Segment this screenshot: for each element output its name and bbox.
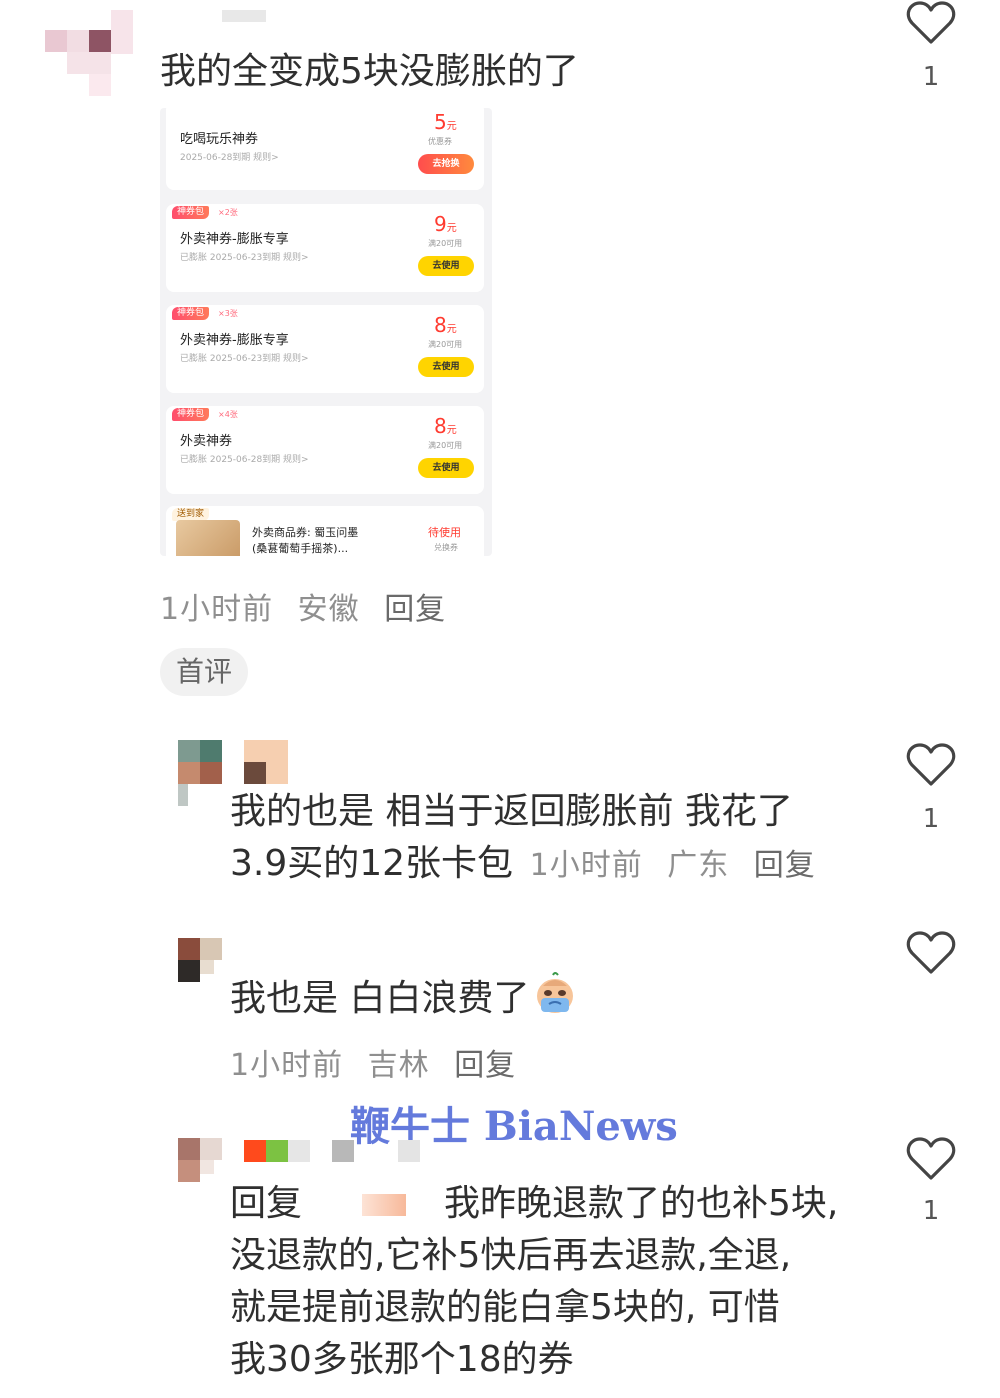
like-heart-icon[interactable] bbox=[906, 0, 956, 46]
use-coupon-button: 去使用 bbox=[418, 357, 474, 377]
comment-location: 安徽 bbox=[297, 592, 360, 627]
coupon-card: 神券包 ×2张 外卖神券-膨胀专享 已膨胀 2025-06-23到期 规则> 9… bbox=[166, 204, 484, 292]
comment-time: 1小时前 bbox=[529, 848, 643, 883]
coupon-card: 神券包 ×3张 外卖神券-膨胀专享 已膨胀 2025-06-23到期 规则> 8… bbox=[166, 305, 484, 393]
reply-button[interactable]: 回复 bbox=[454, 1048, 516, 1083]
reply-button[interactable]: 回复 bbox=[384, 592, 446, 627]
comment-location: 广东 bbox=[667, 848, 730, 883]
product-coupon-card: 送到家 外卖商品券: 蜀玉问墨 (桑葚葡萄手摇茶)... 待使用 兑换券 bbox=[166, 506, 484, 556]
crying-face-emoji-icon bbox=[537, 972, 574, 1013]
comment-time: 1小时前 bbox=[160, 592, 274, 627]
like-count: 1 bbox=[922, 804, 940, 834]
username-redacted bbox=[222, 10, 266, 22]
comment-meta: 1小时前 吉林 回复 bbox=[230, 1040, 530, 1084]
like-heart-icon[interactable] bbox=[906, 742, 956, 788]
mention-redacted bbox=[362, 1194, 407, 1216]
reply-text: 我也是 白白浪费了 bbox=[230, 972, 577, 1025]
reply-prefix: 回复 bbox=[230, 1183, 303, 1224]
reply-button[interactable]: 回复 bbox=[754, 848, 816, 883]
coupon-screenshot-image[interactable]: 吃喝玩乐神券 2025-06-28到期 规则> 5元 优惠券 去抢换 神券包 ×… bbox=[160, 108, 492, 556]
reply-text: 我的也是 相当于返回膨胀前 我花了 3.9买的12张卡包 1小时前 广东 回复 bbox=[230, 791, 816, 884]
like-count: 1 bbox=[922, 62, 940, 92]
like-heart-icon[interactable] bbox=[906, 1136, 956, 1182]
like-heart-icon[interactable] bbox=[906, 930, 956, 976]
use-coupon-button: 去使用 bbox=[418, 458, 474, 478]
coupon-card: 吃喝玩乐神券 2025-06-28到期 规则> 5元 优惠券 去抢换 bbox=[166, 108, 484, 190]
first-comment-badge: 首评 bbox=[160, 648, 248, 696]
comment-time: 1小时前 bbox=[230, 1048, 344, 1083]
use-coupon-button: 去使用 bbox=[418, 256, 474, 276]
comment-location: 吉林 bbox=[367, 1048, 430, 1083]
coupon-card: 神券包 ×4张 外卖神券 已膨胀 2025-06-28到期 规则> 8元 满20… bbox=[166, 406, 484, 494]
reply-text: 回复 我昨晚退款了的也补5块, 没退款的,它补5快后再去退款,全退, 就是提前退款… bbox=[230, 1183, 839, 1380]
product-thumbnail bbox=[176, 520, 240, 556]
comment-text: 我的全变成5块没膨胀的了 bbox=[160, 51, 579, 92]
comment-meta: 1小时前 安徽 回复 bbox=[160, 584, 460, 628]
like-count: 1 bbox=[922, 1196, 940, 1226]
grab-coupon-button: 去抢换 bbox=[418, 154, 474, 174]
